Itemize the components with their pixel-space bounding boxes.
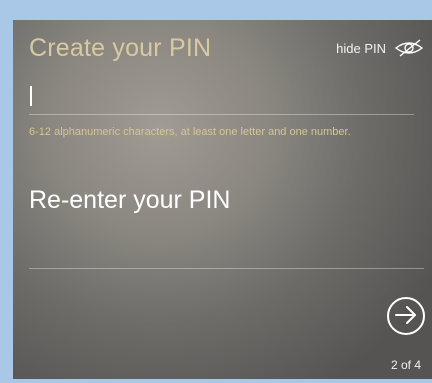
- pin-setup-panel: Create your PIN hide PIN 6-12 alphanumer…: [13, 20, 432, 379]
- hide-pin-label: hide PIN: [336, 40, 386, 56]
- reenter-pin-input[interactable]: [29, 234, 424, 269]
- next-button[interactable]: [387, 297, 425, 335]
- pin-requirements-hint: 6-12 alphanumeric characters, at least o…: [29, 126, 351, 138]
- eye-slash-icon: [394, 39, 424, 57]
- hide-pin-toggle[interactable]: hide PIN: [336, 39, 424, 57]
- arrow-right-icon: [394, 305, 418, 328]
- step-counter: 2 of 4: [390, 358, 421, 372]
- text-caret: [30, 86, 32, 106]
- window-frame: Create your PIN hide PIN 6-12 alphanumer…: [0, 0, 432, 383]
- reenter-pin-label: Re-enter your PIN: [29, 186, 231, 214]
- pin-input[interactable]: [29, 80, 414, 115]
- page-title: Create your PIN: [29, 34, 212, 62]
